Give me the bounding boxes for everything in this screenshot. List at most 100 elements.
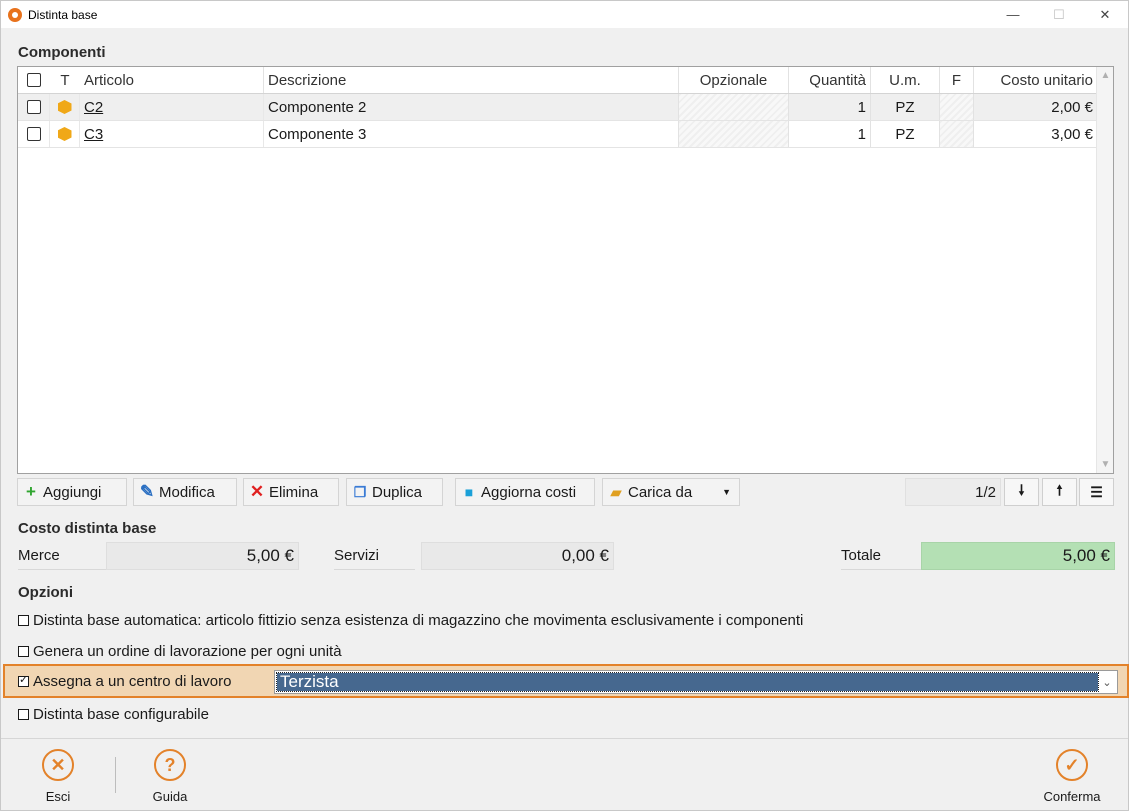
components-grid: T Articolo Descrizione Opzionale Quantit… <box>17 66 1114 474</box>
merce-value: 5,00 € <box>106 542 299 570</box>
arrow-up-icon: 🠕 <box>1056 482 1063 498</box>
totale-label: Totale <box>841 542 921 570</box>
descrizione-cell: Componente 3 <box>264 121 679 147</box>
work-order-label: Genera un ordine di lavorazione per ogni… <box>33 642 342 660</box>
col-header-costo[interactable]: Costo unitario <box>974 67 1097 93</box>
configurable-option[interactable]: Distinta base configurabile <box>18 702 209 726</box>
select-all-checkbox[interactable] <box>18 67 50 93</box>
descrizione-cell: Componente 2 <box>264 94 679 120</box>
merce-label: Merce <box>18 542 106 570</box>
components-section-title: Componenti <box>18 44 106 61</box>
move-down-button[interactable]: 🠗 <box>1004 478 1039 506</box>
articolo-link[interactable]: C2 <box>80 94 264 120</box>
col-header-quantita[interactable]: Quantità <box>789 67 871 93</box>
cost-section-title: Costo distinta base <box>18 520 157 537</box>
servizi-label: Servizi <box>334 542 415 570</box>
opzionale-cell <box>679 94 789 120</box>
assign-center-checkbox[interactable] <box>18 673 29 687</box>
um-cell: PZ <box>871 94 940 120</box>
servizi-value: 0,00 € <box>421 542 614 570</box>
opzionale-cell <box>679 121 789 147</box>
totale-value: 5,00 € <box>921 542 1115 570</box>
plus-icon: + <box>26 482 36 501</box>
options-section-title: Opzioni <box>18 584 73 601</box>
assign-center-option[interactable]: Assegna a un centro di lavoro <box>18 669 231 693</box>
refresh-costs-icon: ■ <box>464 484 474 500</box>
load-from-label: Carica da <box>628 483 693 501</box>
load-from-dropdown[interactable]: ▰ Carica da ▼ <box>602 478 740 506</box>
add-button[interactable]: + Aggiungi <box>17 478 127 506</box>
articolo-link[interactable]: C3 <box>80 121 264 147</box>
duplicate-button[interactable]: ❐ Duplica <box>346 478 443 506</box>
page-indicator: 1/2 <box>905 478 1001 506</box>
row-checkbox[interactable] <box>18 121 50 147</box>
help-question-icon: ? <box>154 749 186 781</box>
add-label: Aggiungi <box>43 483 102 501</box>
maximize-button: ☐ <box>1053 6 1065 22</box>
col-header-f[interactable]: F <box>940 67 974 93</box>
table-row[interactable]: C3 Componente 3 1 PZ 3,00 € <box>18 121 1097 148</box>
check-circle-icon: ✓ <box>1056 749 1088 781</box>
edit-label: Modifica <box>159 483 215 501</box>
quantita-cell[interactable]: 1 <box>789 94 871 120</box>
help-button[interactable]: ? Guida <box>135 749 205 804</box>
app-logo-icon <box>8 7 22 22</box>
configurable-checkbox[interactable] <box>18 708 29 720</box>
confirm-button[interactable]: ✓ Conferma <box>1037 749 1107 804</box>
close-button[interactable]: ✕ <box>1082 1 1128 28</box>
col-header-type[interactable]: T <box>50 67 80 93</box>
confirm-label: Conferma <box>1043 789 1101 804</box>
chevron-down-icon[interactable]: ⌄ <box>1098 672 1116 692</box>
grid-scrollbar[interactable]: ▲ ▼ <box>1096 67 1113 473</box>
work-order-option[interactable]: Genera un ordine di lavorazione per ogni… <box>18 639 342 663</box>
footer-divider <box>115 757 116 793</box>
window-title: Distinta base <box>28 7 98 22</box>
automatic-option[interactable]: Distinta base automatica: articolo fitti… <box>18 608 803 632</box>
exit-label: Esci <box>45 789 71 804</box>
exit-button[interactable]: ✕ Esci <box>23 749 93 804</box>
update-costs-label: Aggiorna costi <box>481 483 577 501</box>
grid-header: T Articolo Descrizione Opzionale Quantit… <box>18 67 1097 94</box>
assign-center-label: Assegna a un centro di lavoro <box>33 672 232 690</box>
assign-center-row: Assegna a un centro di lavoro Terzista ⌄ <box>3 664 1129 698</box>
grid-rows: C2 Componente 2 1 PZ 2,00 € C3 Component… <box>18 94 1097 148</box>
duplicate-label: Duplica <box>372 483 423 501</box>
product-cube-icon <box>50 121 80 147</box>
update-costs-button[interactable]: ■ Aggiorna costi <box>455 478 595 506</box>
f-cell <box>940 121 974 147</box>
row-checkbox[interactable] <box>18 94 50 120</box>
hamburger-menu-icon: ☰ <box>1090 483 1103 500</box>
col-header-articolo[interactable]: Articolo <box>80 67 264 93</box>
table-row[interactable]: C2 Componente 2 1 PZ 2,00 € <box>18 94 1097 121</box>
footer-bar: ✕ Esci ? Guida ✓ Conferma <box>1 738 1128 811</box>
edit-button[interactable]: ✎ Modifica <box>133 478 237 506</box>
automatic-label: Distinta base automatica: articolo fitti… <box>33 611 804 629</box>
configurable-label: Distinta base configurabile <box>33 705 209 723</box>
delete-label: Elimina <box>269 483 319 501</box>
distinta-base-window: Distinta base — ☐ ✕ Componenti T Articol… <box>0 0 1129 811</box>
costo-cell: 2,00 € <box>1051 98 1093 116</box>
duplicate-icon: ❐ <box>353 483 367 500</box>
move-up-button[interactable]: 🠕 <box>1042 478 1077 506</box>
menu-button[interactable]: ☰ <box>1079 478 1114 506</box>
automatic-checkbox[interactable] <box>18 614 29 626</box>
delete-button[interactable]: ✕ Elimina <box>243 478 339 506</box>
col-header-descrizione[interactable]: Descrizione <box>264 67 679 93</box>
scroll-down-icon[interactable]: ▼ <box>1097 456 1114 473</box>
minimize-button[interactable]: — <box>990 1 1036 28</box>
quantita-cell[interactable]: 1 <box>789 121 871 147</box>
work-order-checkbox[interactable] <box>18 645 29 657</box>
col-header-opzionale[interactable]: Opzionale <box>679 67 789 93</box>
product-cube-icon <box>50 94 80 120</box>
help-label: Guida <box>152 789 188 804</box>
work-center-selected-value: Terzista <box>276 672 1099 692</box>
f-cell <box>940 94 974 120</box>
chevron-down-icon: ▼ <box>722 487 731 497</box>
edit-pencil-icon: ✎ <box>139 482 155 501</box>
work-center-select[interactable]: Terzista ⌄ <box>274 670 1118 694</box>
col-header-um[interactable]: U.m. <box>871 67 940 93</box>
costo-cell: 3,00 € <box>1051 125 1093 143</box>
scroll-up-icon[interactable]: ▲ <box>1097 67 1114 84</box>
arrow-down-icon: 🠗 <box>1018 482 1025 498</box>
folder-icon: ▰ <box>610 483 622 500</box>
